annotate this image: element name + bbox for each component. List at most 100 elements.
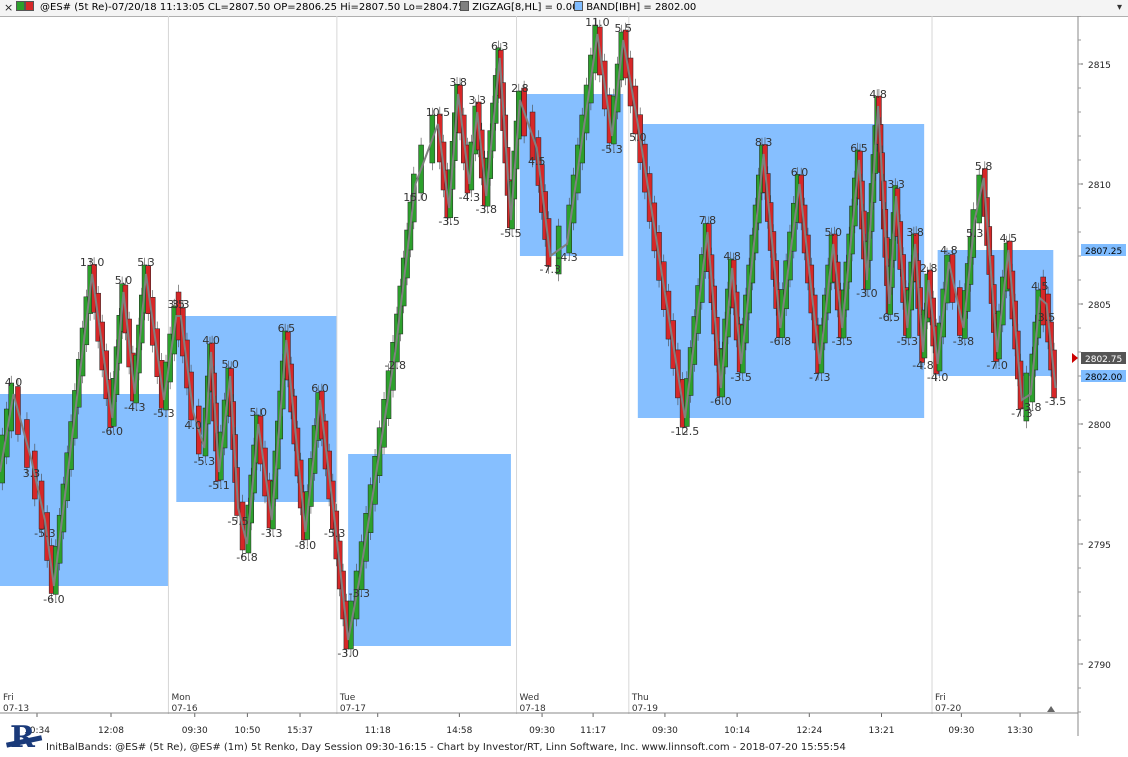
time-tick-label: 12:24	[796, 726, 822, 736]
zigzag-pivot-label: -4.3	[556, 251, 577, 264]
zigzag-pivot-label: 5.0	[824, 226, 842, 239]
time-tick-label: 10:50	[234, 726, 260, 736]
price-marker-label: 2802.00	[1085, 373, 1122, 383]
footer-credit: InitBalBands: @ES# (5t Re), @ES# (1m) 5t…	[46, 742, 846, 753]
zigzag-pivot-label: 10.5	[426, 106, 451, 119]
zigzag-pivot-label: 4.5	[1000, 232, 1018, 245]
symbol-info: @ES# (5t Re)-07/20/18 11:13:05 CL=2807.5…	[40, 2, 465, 13]
zigzag-pivot-label: -3.8	[953, 335, 974, 348]
scroll-marker-icon	[1047, 706, 1056, 712]
zigzag-pivot-label: 4.8	[869, 88, 887, 101]
zigzag-pivot-label: -12.5	[671, 425, 699, 438]
zigzag-pivot-label: 11.0	[585, 16, 610, 29]
time-tick-label: 09:30	[948, 726, 974, 736]
zigzag-pivot-label: 4.5	[1031, 280, 1049, 293]
zigzag-pivot-label: 3.5	[1038, 311, 1056, 324]
y-tick-label: 2805	[1088, 301, 1111, 311]
zigzag-pivot-label: -6.0	[43, 593, 64, 606]
zigzag-pivot-label: 4.8	[723, 250, 741, 263]
price-marker-label: 2807.25	[1085, 247, 1122, 257]
zigzag-pivot-label: -5.3	[324, 527, 345, 540]
chevron-down-icon[interactable]: ▾	[1117, 0, 1122, 16]
zigzag-pivot-label: 3.8	[449, 76, 467, 89]
zigzag-pivot-label: -6.0	[102, 425, 123, 438]
zigzag-legend: ZIGZAG[8,HL] = 0.00	[460, 0, 578, 16]
time-tick-label: 15:37	[287, 726, 313, 736]
zigzag-pivot-label: 3.3	[468, 94, 486, 107]
zigzag-pivot-label: 3.3	[887, 178, 905, 191]
zigzag-pivot-label: 6.0	[791, 166, 809, 179]
session-day-label: Wed	[520, 693, 540, 703]
zigzag-pivot-label: -3.5	[438, 215, 459, 228]
time-tick-label: 12:08	[98, 726, 124, 736]
zigzag-pivot-label: 5.0	[250, 406, 268, 419]
zigzag-pivot-label: -5.3	[897, 335, 918, 348]
zigzag-pivot-label: 5.0	[629, 131, 647, 144]
zigzag-pivot-label: -8.0	[295, 539, 316, 552]
session-day-label: Thu	[631, 693, 649, 703]
renko-chart[interactable]: Fri07-1310:34 12:08Mon07-1609:30 10:50 15:3…	[0, 16, 1128, 742]
up-color-swatch	[16, 1, 25, 11]
zigzag-pivot-label: 5.3	[966, 227, 984, 240]
zigzag-pivot-label: 4.0	[5, 376, 23, 389]
zigzag-pivot-label: -3.8	[475, 203, 496, 216]
zigzag-pivot-label: 6.5	[278, 322, 296, 335]
zigzag-pivot-label: -3.5	[831, 335, 852, 348]
time-tick-label: 14:58	[446, 726, 472, 736]
zigzag-pivot-label: -3.3	[261, 527, 282, 540]
zigzag-pivot-label: 5.0	[115, 274, 133, 287]
time-tick-label: 13:21	[869, 726, 895, 736]
zigzag-pivot-label: -5.3	[34, 527, 55, 540]
zigzag-pivot-label: -5.5	[227, 515, 248, 528]
zigzag-pivot-label: -6.8	[770, 335, 791, 348]
session-day-label: Mon	[171, 693, 190, 703]
close-icon[interactable]: ×	[4, 0, 13, 16]
band-legend: BAND[IBH] = 2802.00	[574, 0, 696, 16]
zigzag-pivot-label: -2.8	[385, 359, 406, 372]
session-day-label: Tue	[339, 693, 356, 703]
zigzag-swatch	[460, 1, 469, 11]
down-color-swatch	[25, 1, 34, 11]
zigzag-pivot-label: -3.3	[349, 587, 370, 600]
y-tick-label: 2800	[1088, 421, 1111, 431]
session-day-label: Fri	[3, 693, 14, 703]
zigzag-pivot-label: -3.5	[1045, 395, 1066, 408]
band-swatch	[574, 1, 583, 11]
zigzag-pivot-label: -3.5	[730, 371, 751, 384]
price-marker-label: 2802.75	[1085, 355, 1122, 365]
candle-color-swatch	[16, 0, 34, 16]
zigzag-pivot-label: -5.1	[208, 479, 229, 492]
zigzag-pivot-label: 15.0	[403, 191, 428, 204]
zigzag-pivot-label: -3.8	[1020, 401, 1041, 414]
zigzag-pivot-label: -5.3	[601, 143, 622, 156]
zigzag-pivot-label: -4.0	[927, 371, 948, 384]
chart-window: × @ES# (5t Re)-07/20/18 11:13:05 CL=2807…	[0, 0, 1128, 757]
zigzag-pivot-label: 7.8	[699, 214, 717, 227]
time-tick-label: 09:30	[652, 726, 678, 736]
zigzag-pivot-label: -5.5	[500, 227, 521, 240]
linnsoft-logo-icon: R	[5, 720, 43, 755]
zigzag-pivot-label: 5.5	[614, 22, 632, 35]
zigzag-pivot-label: 5.0	[221, 358, 239, 371]
zigzag-pivot-label: 4.0	[202, 334, 220, 347]
time-tick-label: 09:30	[182, 726, 208, 736]
zigzag-pivot-label: -6.5	[879, 311, 900, 324]
session-day-label: Fri	[935, 693, 946, 703]
y-tick-label: 2815	[1088, 61, 1111, 71]
band-label: BAND[IBH] = 2802.00	[586, 2, 697, 13]
time-tick-label: 09:30	[529, 726, 555, 736]
time-tick-label: 11:17	[580, 726, 606, 736]
zigzag-pivot-label: 5.3	[137, 256, 155, 269]
zigzag-pivot-label: -7.3	[809, 371, 830, 384]
current-price-arrow-icon	[1072, 353, 1078, 363]
zigzag-pivot-label: -4.3	[124, 401, 145, 414]
zigzag-label: ZIGZAG[8,HL] = 0.00	[472, 2, 579, 13]
time-tick-label: 13:30	[1007, 726, 1033, 736]
time-tick-label: 10:14	[724, 726, 750, 736]
zigzag-pivot-label: 6.0	[311, 382, 329, 395]
zigzag-pivot-label: 3.3	[172, 298, 190, 311]
y-tick-label: 2795	[1088, 541, 1111, 551]
zigzag-pivot-label: -5.3	[153, 407, 174, 420]
zigzag-pivot-label: -5.3	[194, 455, 215, 468]
zigzag-pivot-label: -3.0	[337, 647, 358, 660]
